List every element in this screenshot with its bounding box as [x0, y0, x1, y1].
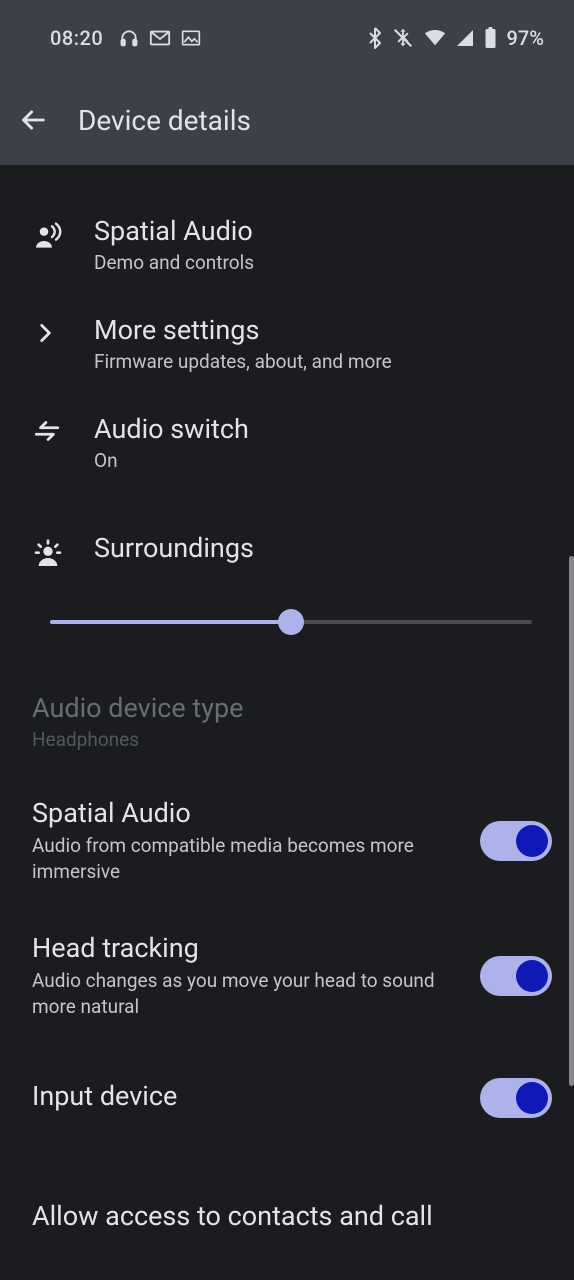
chevron-right-icon — [32, 320, 58, 346]
row-sub: Demo and controls — [94, 251, 552, 274]
row-title: Audio switch — [94, 413, 552, 445]
battery-percent: 97% — [507, 26, 544, 50]
toggle-title: Spatial Audio — [32, 797, 464, 829]
section-title: Surroundings — [94, 532, 552, 564]
surroundings-slider[interactable] — [0, 585, 574, 674]
toggle-title: Input device — [32, 1080, 464, 1112]
slider-thumb[interactable] — [278, 609, 304, 635]
status-bar: 08:20 97% — [0, 0, 574, 75]
page-title: Device details — [78, 104, 251, 137]
row-more-settings[interactable]: More settings Firmware updates, about, a… — [0, 294, 574, 393]
row-title: More settings — [94, 314, 552, 346]
device-type-title: Audio device type — [32, 692, 542, 724]
device-type-value: Headphones — [32, 728, 542, 751]
row-sub: Firmware updates, about, and more — [94, 350, 552, 373]
audio-device-type-block: Audio device type Headphones — [0, 674, 574, 773]
toggle-sub: Audio from compatible media becomes more… — [32, 833, 464, 884]
app-bar: Device details — [0, 75, 574, 165]
permission-row[interactable]: Allow access to contacts and call — [0, 1152, 574, 1232]
content: Spatial Audio Demo and controls More set… — [0, 165, 574, 1232]
image-icon — [181, 29, 201, 47]
vibrate-icon — [392, 27, 414, 49]
status-left: 08:20 — [50, 26, 201, 50]
toggle-input-device[interactable]: Input device — [0, 1044, 574, 1152]
switch-input-device[interactable] — [480, 1078, 552, 1118]
row-audio-switch[interactable]: Audio switch On — [0, 393, 574, 492]
gmail-icon — [149, 29, 171, 47]
status-time: 08:20 — [50, 26, 103, 50]
scrollbar[interactable] — [569, 556, 574, 1086]
wifi-icon — [424, 29, 446, 47]
slider-track — [50, 620, 532, 624]
switch-spatial-audio[interactable] — [480, 821, 552, 861]
spatial-audio-icon — [32, 221, 64, 253]
switch-knob — [516, 1082, 548, 1114]
back-button[interactable] — [20, 106, 48, 134]
toggle-title: Head tracking — [32, 932, 464, 964]
battery-icon — [484, 27, 497, 49]
status-right: 97% — [368, 26, 544, 50]
toggle-head-tracking[interactable]: Head tracking Audio changes as you move … — [0, 908, 574, 1043]
row-surroundings: Surroundings — [0, 492, 574, 585]
row-spatial-audio[interactable]: Spatial Audio Demo and controls — [0, 195, 574, 294]
switch-head-tracking[interactable] — [480, 956, 552, 996]
row-sub: On — [94, 449, 552, 472]
signal-icon — [456, 29, 474, 47]
switch-knob — [516, 825, 548, 857]
swap-icon — [32, 419, 62, 443]
bluetooth-icon — [368, 27, 382, 49]
switch-knob — [516, 960, 548, 992]
surroundings-icon — [32, 538, 64, 570]
slider-fill — [50, 620, 291, 624]
headphones-icon — [119, 28, 139, 48]
toggle-spatial-audio[interactable]: Spatial Audio Audio from compatible medi… — [0, 773, 574, 908]
toggle-sub: Audio changes as you move your head to s… — [32, 968, 464, 1019]
row-title: Spatial Audio — [94, 215, 552, 247]
